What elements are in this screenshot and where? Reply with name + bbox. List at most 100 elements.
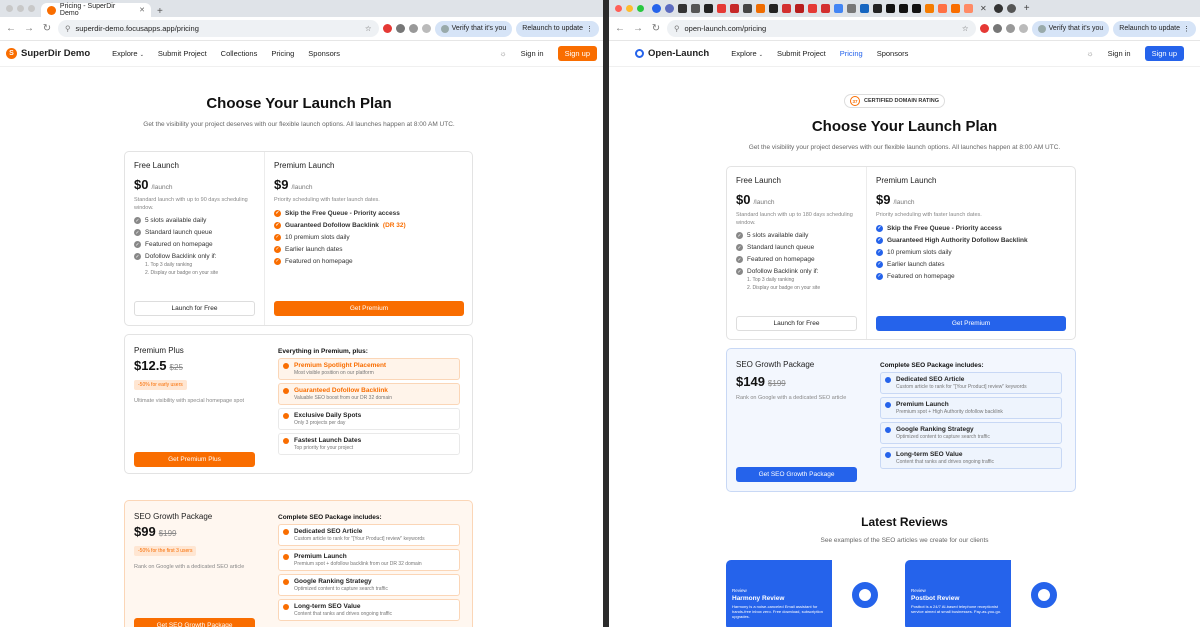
- minimize-window-button[interactable]: [626, 5, 633, 12]
- sign-up-button[interactable]: Sign up: [557, 46, 597, 61]
- check-icon: ✓: [876, 260, 883, 268]
- tab-favicon-icon[interactable]: [691, 4, 700, 13]
- site-logo[interactable]: Open-Launch: [635, 48, 709, 59]
- check-icon: ✓: [876, 224, 883, 232]
- get-seo-package-button[interactable]: Get SEO Growth Package: [736, 467, 857, 482]
- new-tab-icon[interactable]: +: [151, 6, 169, 17]
- tab-favicon-icon[interactable]: [652, 4, 661, 13]
- nav-label: Explore: [112, 49, 138, 58]
- site-info-icon[interactable]: ⚲: [674, 24, 680, 33]
- extension-icon[interactable]: [408, 24, 418, 33]
- extension-icon[interactable]: [382, 24, 392, 33]
- relaunch-button[interactable]: Relaunch to update ⋮: [516, 20, 599, 37]
- nav-explore[interactable]: Explore ⌄: [112, 49, 144, 58]
- tab-favicon-icon[interactable]: [782, 4, 791, 13]
- back-icon[interactable]: ←: [613, 23, 627, 34]
- browser-tab[interactable]: Pricing - SuperDir Demo ✕: [41, 3, 151, 17]
- sign-up-button[interactable]: Sign up: [1144, 46, 1184, 61]
- review-card[interactable]: Review Harmony Review Harmony is a noise…: [726, 560, 897, 627]
- tab-favicon-icon[interactable]: [795, 4, 804, 13]
- verify-profile-button[interactable]: Verify that it's you: [434, 20, 513, 37]
- extensions-puzzle-icon[interactable]: [421, 24, 431, 33]
- get-premium-button[interactable]: Get Premium: [274, 301, 464, 316]
- sign-in-link[interactable]: Sign in: [521, 49, 544, 58]
- tab-favicon-icon[interactable]: [665, 4, 674, 13]
- verify-profile-button[interactable]: Verify that it's you: [1031, 20, 1110, 37]
- close-tab-icon[interactable]: ✕: [139, 6, 145, 14]
- tab-favicon-icon[interactable]: [964, 4, 973, 13]
- tab-favicon-icon[interactable]: [925, 4, 934, 13]
- extension-icon[interactable]: [395, 24, 405, 33]
- tab-favicon-icon[interactable]: [938, 4, 947, 13]
- tab-favicon-icon[interactable]: [899, 4, 908, 13]
- relaunch-button[interactable]: Relaunch to update ⋮: [1113, 20, 1196, 37]
- nav-collections[interactable]: Collections: [221, 49, 258, 58]
- launch-for-free-button[interactable]: Launch for Free: [736, 316, 857, 331]
- tab-favicon-icon[interactable]: [886, 4, 895, 13]
- launch-for-free-button[interactable]: Launch for Free: [134, 301, 255, 316]
- tab-favicon-icon[interactable]: [808, 4, 817, 13]
- get-seo-package-button[interactable]: Get SEO Growth Package: [134, 618, 255, 627]
- feature-label: 10 premium slots daily: [285, 233, 350, 241]
- theme-toggle-icon[interactable]: ☼: [1087, 49, 1094, 58]
- forward-icon[interactable]: →: [631, 23, 645, 34]
- close-window-button[interactable]: [615, 5, 622, 12]
- new-tab-icon[interactable]: +: [1020, 3, 1034, 14]
- tab-favicon-icon[interactable]: [730, 4, 739, 13]
- get-premium-plus-button[interactable]: Get Premium Plus: [134, 452, 255, 467]
- tab-favicon-icon[interactable]: [951, 4, 960, 13]
- tab-favicon-icon[interactable]: [873, 4, 882, 13]
- tab-favicon-icon[interactable]: [860, 4, 869, 13]
- extension-icon[interactable]: [992, 24, 1002, 33]
- feature-title: Fastest Launch Dates: [294, 437, 362, 444]
- tab-favicon-icon[interactable]: [743, 4, 752, 13]
- nav-sponsors[interactable]: Sponsors: [877, 49, 909, 58]
- extension-icon[interactable]: [1005, 24, 1015, 33]
- zoom-window-button[interactable]: [28, 5, 35, 12]
- review-card[interactable]: Review Postbot Review Postbot is a 24/7 …: [905, 560, 1076, 627]
- relaunch-label: Relaunch to update: [522, 25, 583, 32]
- feature-item: ✓ Earlier launch dates: [274, 245, 465, 253]
- reload-icon[interactable]: ↻: [649, 23, 663, 34]
- tab-favicon-icon[interactable]: [834, 4, 843, 13]
- tab-favicon-icon[interactable]: [847, 4, 856, 13]
- tab-favicon-icon[interactable]: [912, 4, 921, 13]
- bookmark-star-icon[interactable]: ☆: [365, 24, 372, 33]
- address-bar[interactable]: ⚲ open-launch.com/pricing ☆: [667, 20, 976, 37]
- nav-pricing[interactable]: Pricing: [271, 49, 294, 58]
- review-tag: Review: [732, 588, 747, 593]
- tab-favicon-icon[interactable]: [1006, 4, 1016, 13]
- get-premium-button[interactable]: Get Premium: [876, 316, 1066, 331]
- address-bar[interactable]: ⚲ superdir-demo.focusapps.app/pricing ☆: [58, 20, 379, 37]
- feature-item: ✓ Dofollow Backlink only if:: [736, 268, 857, 275]
- forward-icon[interactable]: →: [22, 23, 36, 34]
- extension-icon[interactable]: [979, 24, 989, 33]
- minimize-window-button[interactable]: [17, 5, 24, 12]
- reload-icon[interactable]: ↻: [40, 23, 54, 34]
- tab-favicon-icon[interactable]: [769, 4, 778, 13]
- extensions-puzzle-icon[interactable]: [1018, 24, 1028, 33]
- tab-favicon-icon[interactable]: [756, 4, 765, 13]
- nav-submit-project[interactable]: Submit Project: [158, 49, 207, 58]
- bookmark-star-icon[interactable]: ☆: [962, 24, 969, 33]
- nav-submit-project[interactable]: Submit Project: [777, 49, 826, 58]
- sign-in-link[interactable]: Sign in: [1108, 49, 1131, 58]
- site-logo[interactable]: S SuperDir Demo: [6, 48, 90, 59]
- tab-favicon-icon[interactable]: [704, 4, 713, 13]
- tab-favicon-icon[interactable]: [821, 4, 830, 13]
- nav-pricing[interactable]: Pricing: [840, 49, 863, 58]
- nav-sponsors[interactable]: Sponsors: [308, 49, 340, 58]
- tab-favicon-icon[interactable]: [717, 4, 726, 13]
- review-description: Harmony is a noise-canceled Email assist…: [732, 604, 823, 619]
- tab-favicon-icon[interactable]: [993, 4, 1003, 13]
- close-window-button[interactable]: [6, 5, 13, 12]
- site-info-icon[interactable]: ⚲: [65, 24, 71, 33]
- theme-toggle-icon[interactable]: ☼: [500, 49, 507, 58]
- back-icon[interactable]: ←: [4, 23, 18, 34]
- tab-favicon-icon[interactable]: [678, 4, 687, 13]
- nav-explore[interactable]: Explore ⌄: [731, 49, 763, 58]
- close-tab-icon[interactable]: ✕: [977, 4, 990, 13]
- feature-title: Google Ranking Strategy: [896, 426, 974, 433]
- left-browser-window: Pricing - SuperDir Demo ✕ + ← → ↻ ⚲ supe…: [0, 0, 603, 627]
- zoom-window-button[interactable]: [637, 5, 644, 12]
